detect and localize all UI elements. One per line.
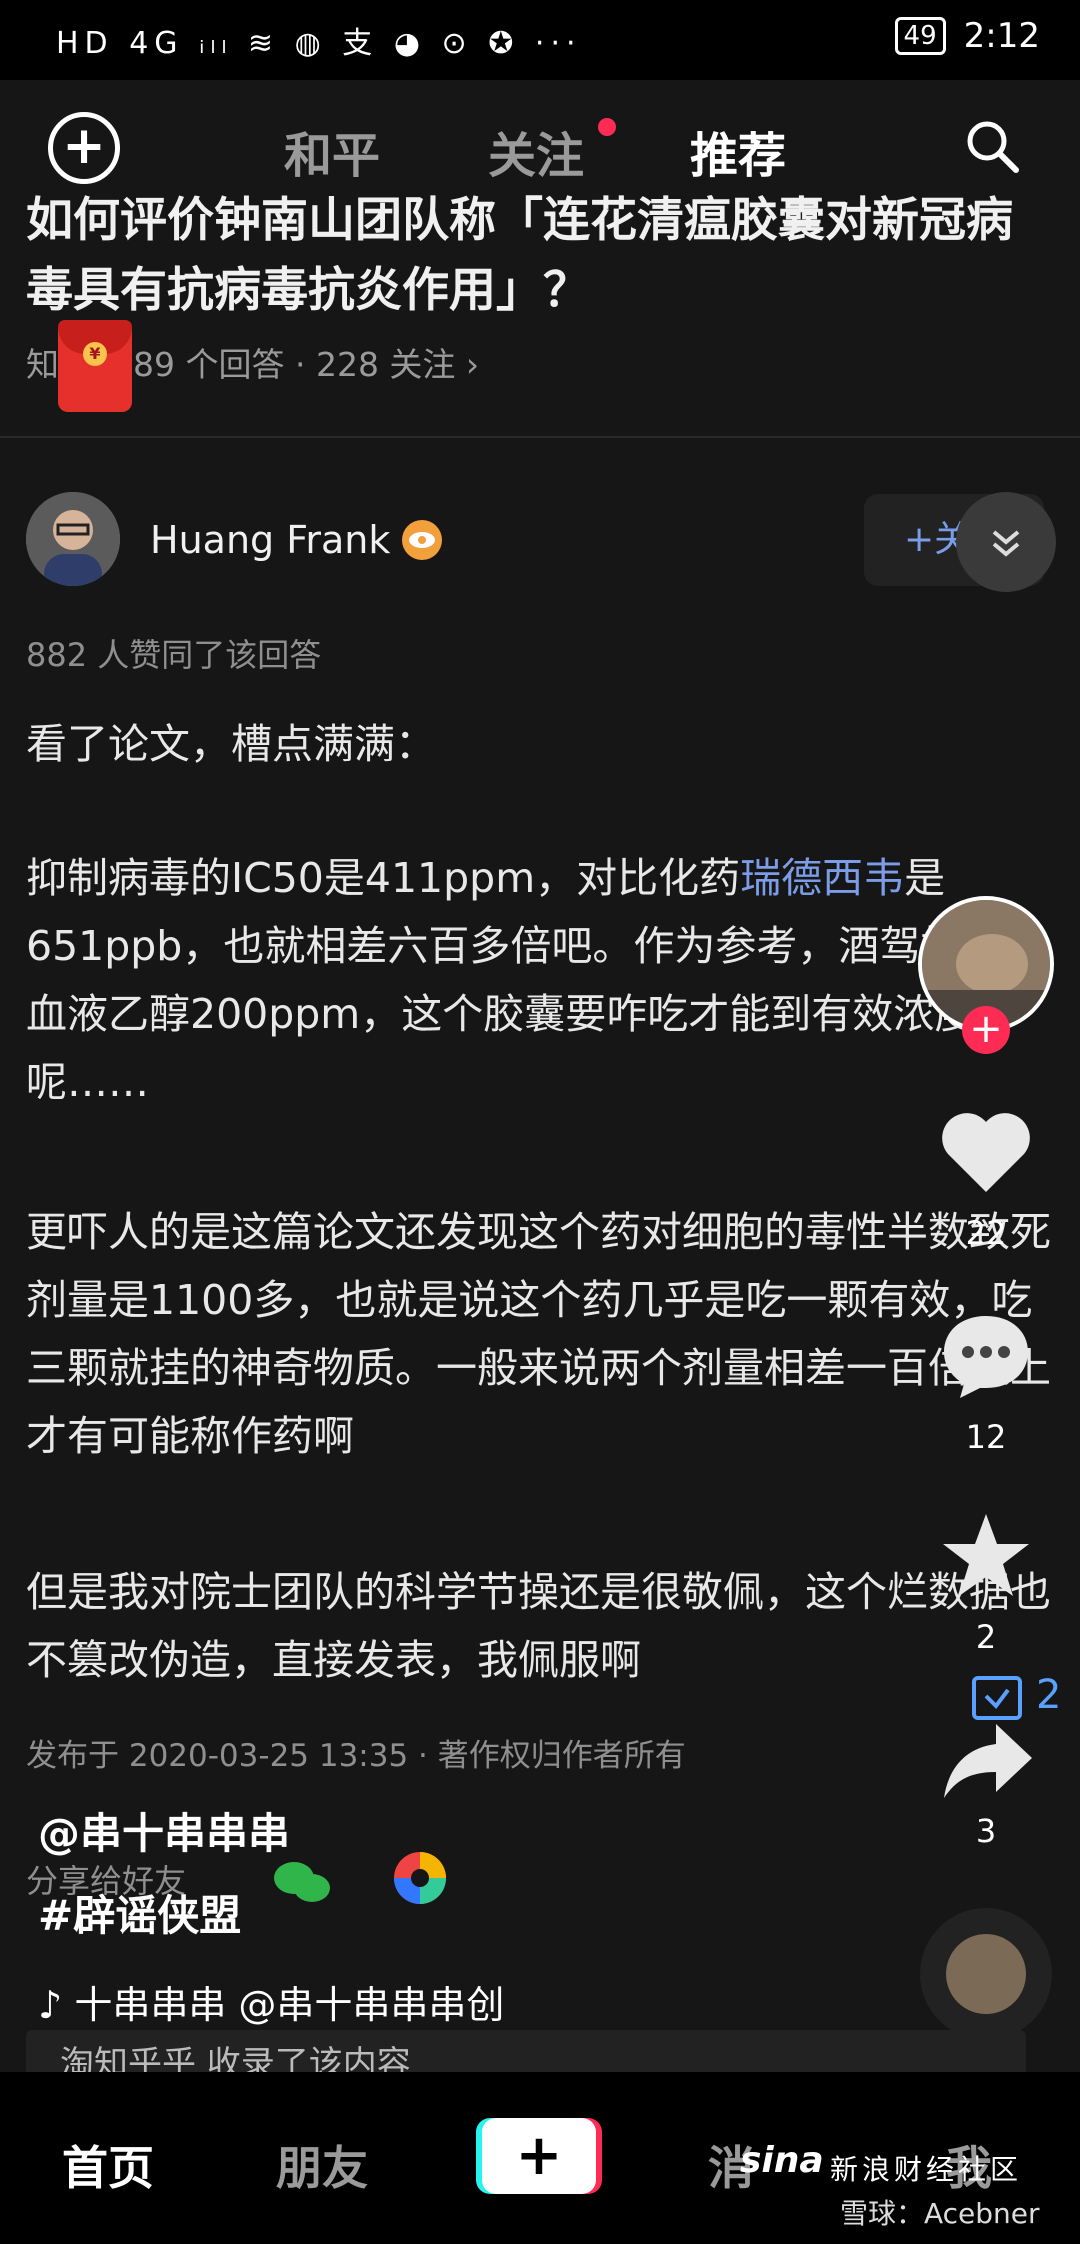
share-count: 3	[975, 1812, 997, 1850]
music-info[interactable]: ♪ 十串串串 @串十串串串创	[38, 1974, 504, 2029]
comment-count: 12	[965, 1418, 1007, 1456]
collection-icon[interactable]	[968, 1668, 1026, 1722]
watermark-line1: 新浪财经社区	[830, 2153, 1023, 2186]
answer-paragraph-4: 但是我对院士团队的科学节操还是很敬佩，这个烂数据也不篡改伪造，直接发表，我佩服啊	[26, 1568, 1051, 1684]
star-icon[interactable]	[940, 1510, 1032, 1602]
author-avatar[interactable]	[26, 492, 120, 586]
share-icon[interactable]	[940, 1718, 1036, 1804]
nav-friends[interactable]: 朋友	[276, 2132, 368, 2198]
add-icon-button[interactable]: +	[48, 112, 120, 184]
question-title[interactable]: 如何评价钟南山团队称「连花清瘟胶囊对新冠病毒具有抗病毒抗炎作用」？	[26, 186, 1036, 326]
status-icons: HD 4G ᵢₗₗ ≋ ◍ 支 ◕ ⊙ ✪ ···	[56, 26, 582, 61]
search-icon[interactable]	[964, 118, 1020, 174]
watermark-line2: 雪球：Acebner	[840, 2197, 1040, 2230]
divider	[0, 436, 1080, 438]
meta-counts: 89 个回答 · 228 关注 ›	[133, 345, 480, 384]
notification-dot	[598, 118, 616, 136]
eye-badge-icon	[402, 520, 442, 560]
answer-paragraph-1: 看了论文，槽点满满：	[26, 720, 436, 768]
moments-icon[interactable]	[392, 1850, 448, 1906]
music-disc-cover	[946, 1934, 1026, 2014]
favorite-count: 2	[975, 1618, 997, 1656]
upvote-count: 882 人赞同了该回答	[26, 636, 322, 674]
tab-recommend[interactable]: 推荐	[690, 116, 786, 186]
answer-paragraph-3: 更吓人的是这篇论文还发现这个药对细胞的毒性半数致死剂量是1100多，也就是说这个…	[26, 1208, 1051, 1460]
chevron-down-icon[interactable]	[956, 492, 1056, 592]
red-packet-icon[interactable]: ¥	[58, 320, 132, 412]
music-note-icon: ♪	[38, 1983, 75, 2027]
comment-icon[interactable]	[938, 1310, 1034, 1400]
create-button[interactable]: +	[482, 2118, 596, 2194]
caption-user[interactable]: @串十串串串	[38, 1800, 290, 1861]
publish-info: 发布于 2020-03-25 13:35 · 著作权归作者所有	[26, 1738, 686, 1774]
answer-paragraph-2: 抑制病毒的IC50是411ppm，对比化药瑞德西韦是651ppb，也就相差六百多…	[26, 854, 1044, 1106]
tab-heping[interactable]: 和平	[284, 116, 380, 186]
watermark-logo: sina	[740, 2140, 824, 2181]
status-time: 2:12	[963, 16, 1040, 56]
caption-hashtag[interactable]: #辟谣侠盟	[38, 1882, 241, 1943]
follow-plus-button[interactable]: +	[962, 1006, 1010, 1054]
status-right: 49 2:12	[894, 16, 1040, 56]
wechat-icon[interactable]	[270, 1858, 334, 1906]
collection-count: 2	[1036, 1672, 1062, 1718]
heart-icon[interactable]	[938, 1108, 1034, 1198]
drug-link[interactable]: 瑞德西韦	[740, 854, 904, 902]
nav-home[interactable]: 首页	[62, 2132, 154, 2198]
meta-prefix: 知	[26, 345, 59, 384]
tab-following[interactable]: 关注	[488, 116, 584, 186]
like-count: 22	[965, 1214, 1007, 1252]
battery-icon: 49	[894, 17, 946, 55]
author-name[interactable]: Huang Frank	[150, 518, 390, 562]
